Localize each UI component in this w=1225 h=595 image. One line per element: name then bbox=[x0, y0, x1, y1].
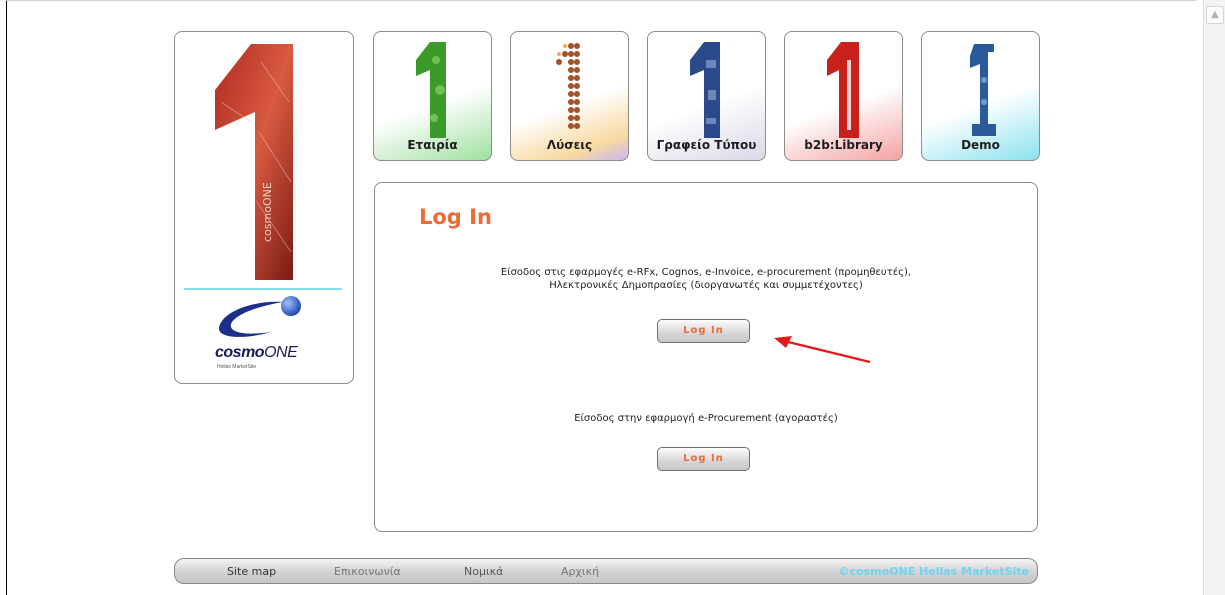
footer-link-contact[interactable]: Επικοινωνία bbox=[334, 565, 401, 578]
tile-label: b2b:Library bbox=[804, 138, 883, 152]
scroll-up-icon[interactable]: ▲ bbox=[1206, 6, 1224, 24]
number-one-green-icon bbox=[416, 42, 446, 138]
footer-link-legal[interactable]: Νομικά bbox=[464, 565, 503, 578]
login-description-suppliers: Είσοδος στις εφαρμογές e-RFx, Cognos, e-… bbox=[375, 266, 1037, 292]
number-one-collage-icon: cosmoONE bbox=[215, 44, 293, 280]
brand-name: cosmoONE bbox=[215, 344, 298, 362]
tile-label: Demo bbox=[961, 138, 1000, 152]
svg-text:cosmoONE: cosmoONE bbox=[261, 182, 274, 242]
login-panel: Log In Είσοδος στις εφαρμογές e-RFx, Cog… bbox=[374, 182, 1038, 532]
description-line-2: Ηλεκτρονικές Δημοπρασίες (διοργανωτές κα… bbox=[549, 280, 863, 291]
red-arrow-icon bbox=[774, 336, 871, 364]
footer-link-home[interactable]: Αρχική bbox=[561, 565, 599, 578]
brand-tagline: Hellas MarketSite bbox=[217, 364, 257, 370]
window-frame-top bbox=[6, 0, 1196, 1]
nav-tile-press-office[interactable]: Γραφείο Τύπου bbox=[647, 31, 766, 161]
cosmo-swoosh-logo-icon bbox=[218, 296, 301, 337]
nav-tile-b2b-library[interactable]: b2b:Library bbox=[784, 31, 903, 161]
tile-label: Εταιρία bbox=[407, 138, 458, 152]
login-description-buyers: Είσοδος στην εφαρμογή e-Procurement (αγο… bbox=[574, 413, 838, 424]
copyright-text: ©cosmoONE Hellas MarketSite bbox=[838, 565, 1030, 578]
brand-normal: ONE bbox=[264, 344, 298, 361]
page-title: Log In bbox=[419, 205, 492, 229]
nav-tile-demo[interactable]: Demo bbox=[921, 31, 1040, 161]
footer-bar: Site map Επικοινωνία Νομικά Αρχική ©cosm… bbox=[174, 558, 1038, 584]
nav-tile-solutions[interactable]: Λύσεις bbox=[510, 31, 629, 161]
number-one-red-icon bbox=[827, 42, 859, 138]
description-line-1: Είσοδος στις εφαρμογές e-RFx, Cognos, e-… bbox=[500, 267, 912, 278]
brand-bold: cosmo bbox=[215, 344, 265, 361]
number-one-navy-icon bbox=[970, 44, 996, 136]
number-one-blue-icon bbox=[690, 42, 720, 138]
nav-tile-company[interactable]: Εταιρία bbox=[373, 31, 492, 161]
tile-label: Γραφείο Τύπου bbox=[656, 138, 757, 152]
divider-line bbox=[184, 288, 342, 290]
logo-panel: cosmoONE cosmoONE Hellas MarketSite bbox=[174, 31, 354, 384]
window-frame bbox=[6, 0, 7, 595]
vertical-scrollbar[interactable]: ▲ bbox=[1203, 0, 1225, 595]
tile-label: Λύσεις bbox=[546, 138, 593, 152]
number-one-dots-icon bbox=[556, 43, 580, 129]
login-button-suppliers[interactable]: Log In bbox=[657, 319, 750, 343]
login-button-buyers[interactable]: Log In bbox=[657, 447, 750, 471]
footer-link-sitemap[interactable]: Site map bbox=[227, 565, 276, 578]
